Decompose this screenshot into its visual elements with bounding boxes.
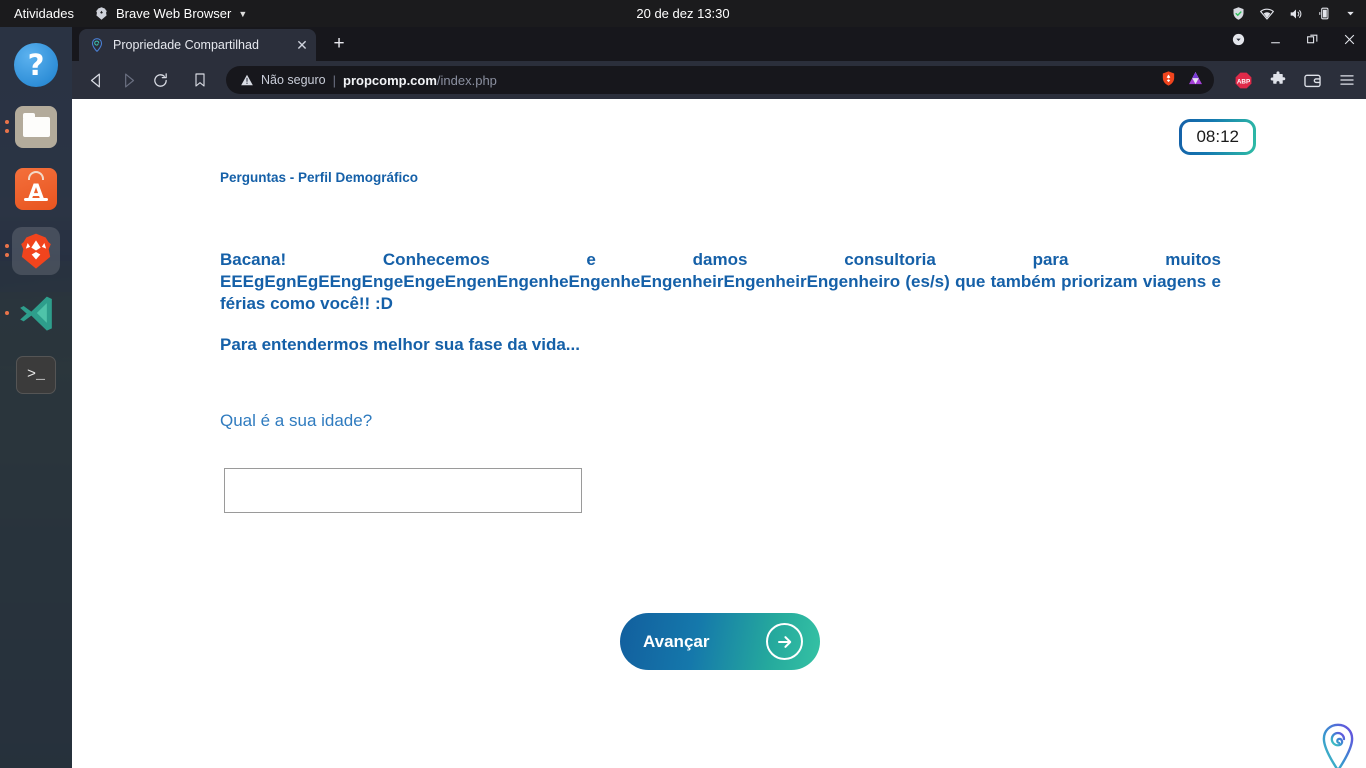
close-icon[interactable] <box>1341 31 1358 48</box>
extensions-puzzle-icon[interactable] <box>1269 71 1287 89</box>
running-indicator-dot <box>5 311 9 315</box>
chevron-down-icon: ▼ <box>238 8 248 19</box>
timer-value: 08:12 <box>1182 122 1253 152</box>
next-button[interactable]: Avançar <box>620 613 820 670</box>
hamburger-menu-icon[interactable] <box>1338 71 1356 89</box>
navigation-toolbar: Não seguro | propcomp.com/index.php ABP <box>72 61 1366 99</box>
dock-item-brave-browser[interactable] <box>5 227 60 275</box>
tab-title: Propriedade Compartilhad <box>113 38 259 52</box>
brave-shield-icon[interactable] <box>1160 70 1177 90</box>
brave-wallet-icon[interactable] <box>1303 71 1322 90</box>
url-path: /index.php <box>436 72 497 88</box>
tab-strip: Propriedade Compartilhad ✕ + <box>72 27 1366 61</box>
omnibox-right-icons <box>1160 70 1208 90</box>
question-label: Qual é a sua idade? <box>220 411 373 430</box>
intro-paragraph-1: Bacana! Conhecemos e damos consultoria p… <box>220 250 1221 313</box>
terminal-icon: >_ <box>16 356 56 394</box>
omnibox-separator: | <box>332 72 337 88</box>
ubuntu-dock: ? A >_ <box>0 27 72 768</box>
page-section-title: Perguntas - Perfil Demográfico <box>220 170 419 185</box>
shield-check-icon <box>1233 7 1244 20</box>
dock-item-terminal[interactable]: >_ <box>12 351 60 399</box>
reload-icon[interactable] <box>146 66 174 94</box>
back-arrow-icon[interactable] <box>82 66 110 94</box>
intro-paragraph-2: Para entendermos melhor sua fase da vida… <box>220 335 580 354</box>
svg-text:ABP: ABP <box>1237 78 1250 85</box>
next-button-label: Avançar <box>643 631 710 651</box>
help-icon: ? <box>14 43 58 87</box>
security-label: Não seguro <box>261 73 326 87</box>
clock-button[interactable]: 20 de dez 13:30 <box>636 6 729 21</box>
running-indicator-dot <box>5 120 9 124</box>
volume-icon <box>1290 9 1302 18</box>
activities-button[interactable]: Atividades <box>0 6 88 21</box>
running-indicator-dot <box>5 129 9 133</box>
tab-close-icon[interactable]: ✕ <box>294 37 310 54</box>
system-menu-caret-icon <box>1347 11 1354 16</box>
running-indicator-dot <box>5 244 9 248</box>
system-tray[interactable] <box>1231 6 1356 22</box>
vscode-icon <box>20 296 52 331</box>
brave-lion-icon <box>21 233 51 269</box>
url-host: propcomp.com <box>343 72 437 88</box>
toolbar-extensions: ABP <box>1220 71 1356 90</box>
minimize-icon[interactable] <box>1267 31 1284 48</box>
age-input[interactable] <box>224 468 582 513</box>
software-bag-icon: A <box>15 168 57 210</box>
new-tab-button[interactable]: + <box>328 34 350 56</box>
dock-item-vscode[interactable] <box>5 289 60 337</box>
location-pin-spiral-icon <box>91 38 103 53</box>
battery-icon <box>1319 7 1329 20</box>
address-bar[interactable]: Não seguro | propcomp.com/index.php <box>226 66 1214 94</box>
brave-rewards-triangle-icon[interactable] <box>1187 70 1204 90</box>
dock-item-help[interactable]: ? <box>12 41 60 89</box>
arrow-right-circle-icon <box>766 623 803 660</box>
not-secure-warning-icon <box>241 74 253 86</box>
window-controls <box>1230 31 1358 48</box>
app-menu-label: Brave Web Browser <box>115 6 232 21</box>
app-menu-button[interactable]: Brave Web Browser ▼ <box>88 6 247 21</box>
browser-tab[interactable]: Propriedade Compartilhad ✕ <box>79 29 316 61</box>
running-indicator-dot <box>5 253 9 257</box>
brave-lion-icon <box>96 7 107 20</box>
adblock-plus-icon[interactable]: ABP <box>1234 71 1253 90</box>
countdown-timer: 08:12 <box>1179 119 1256 155</box>
dock-item-files[interactable] <box>5 103 60 151</box>
dock-item-ubuntu-software[interactable]: A <box>12 165 60 213</box>
intro-text-block: Bacana! Conhecemos e damos consultoria p… <box>220 249 1221 356</box>
wifi-icon <box>1260 8 1274 20</box>
web-page-content: 08:12 Perguntas - Perfil Demográfico Bac… <box>72 99 1366 768</box>
forward-arrow-icon <box>114 66 142 94</box>
files-folder-icon <box>15 106 57 148</box>
downloads-icon[interactable] <box>1230 31 1247 48</box>
url-text: propcomp.com/index.php <box>343 73 1153 88</box>
brave-browser-window: Propriedade Compartilhad ✕ + Não seguro … <box>72 27 1366 768</box>
location-pin-spiral-logo <box>1322 723 1354 768</box>
gnome-top-bar: Atividades Brave Web Browser ▼ 20 de dez… <box>0 0 1366 27</box>
maximize-icon[interactable] <box>1304 31 1321 48</box>
bookmark-icon[interactable] <box>186 66 214 94</box>
